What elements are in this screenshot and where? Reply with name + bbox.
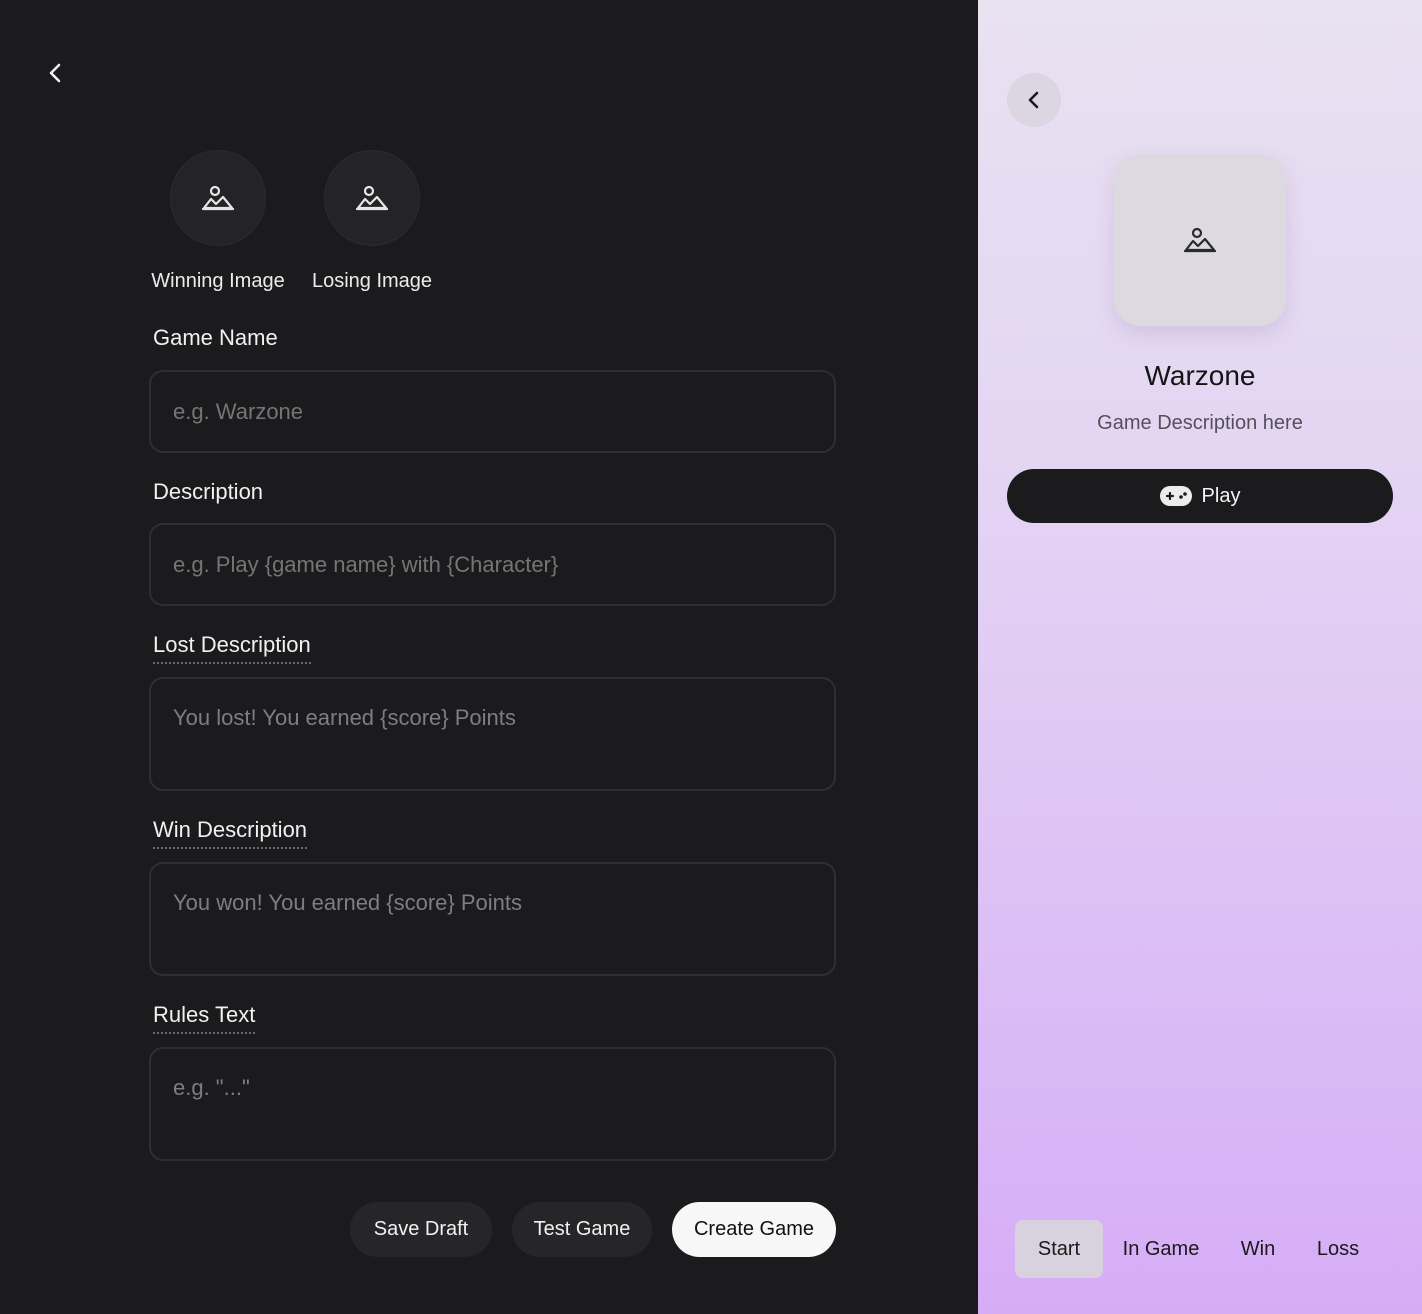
description-input[interactable] xyxy=(149,523,836,606)
game-name-label: Game Name xyxy=(153,325,278,350)
chevron-left-icon xyxy=(1028,91,1039,109)
game-thumbnail xyxy=(1114,154,1286,326)
rules-text-label: Rules Text xyxy=(153,1002,256,1034)
winning-image-upload[interactable] xyxy=(170,150,266,246)
preview-back-button[interactable] xyxy=(1007,73,1061,127)
game-preview-panel: Warzone Game Description here Play Start… xyxy=(978,0,1422,1314)
preview-game-description: Game Description here xyxy=(1097,412,1303,434)
back-button[interactable] xyxy=(38,56,72,90)
image-icon xyxy=(355,185,389,211)
gamepad-icon xyxy=(1159,486,1192,506)
image-icon xyxy=(1183,227,1217,253)
game-editor-panel: Winning Image Losing Image Game Name Des… xyxy=(0,0,978,1314)
create-game-button[interactable]: Create Game xyxy=(672,1202,836,1257)
losing-image-upload[interactable] xyxy=(324,150,420,246)
chevron-left-icon xyxy=(49,63,61,83)
winning-image-label: Winning Image xyxy=(151,270,285,292)
lost-description-textarea[interactable]: You lost! You earned {score} Points xyxy=(149,677,836,791)
losing-image-picker: Losing Image xyxy=(309,150,435,293)
test-game-button[interactable]: Test Game xyxy=(512,1202,652,1257)
tab-in-game[interactable]: In Game xyxy=(1103,1220,1219,1278)
image-icon xyxy=(201,185,235,211)
tab-loss[interactable]: Loss xyxy=(1297,1220,1379,1278)
game-name-input[interactable] xyxy=(149,370,836,453)
winning-image-picker: Winning Image xyxy=(149,150,287,293)
win-description-textarea[interactable]: You won! You earned {score} Points xyxy=(149,862,836,976)
preview-state-tabs: Start In Game Win Loss xyxy=(1015,1220,1379,1278)
win-description-label: Win Description xyxy=(153,817,308,849)
rules-text-textarea[interactable]: e.g. "..." xyxy=(149,1047,836,1161)
play-button[interactable]: Play xyxy=(1007,469,1393,523)
play-label: Play xyxy=(1201,484,1241,507)
save-draft-button[interactable]: Save Draft xyxy=(350,1202,492,1257)
losing-image-label: Losing Image xyxy=(311,270,433,292)
tab-start[interactable]: Start xyxy=(1015,1220,1103,1278)
preview-game-title: Warzone xyxy=(1144,360,1256,391)
description-label: Description xyxy=(153,479,264,504)
tab-win[interactable]: Win xyxy=(1219,1220,1297,1278)
lost-description-label: Lost Description xyxy=(153,632,311,664)
